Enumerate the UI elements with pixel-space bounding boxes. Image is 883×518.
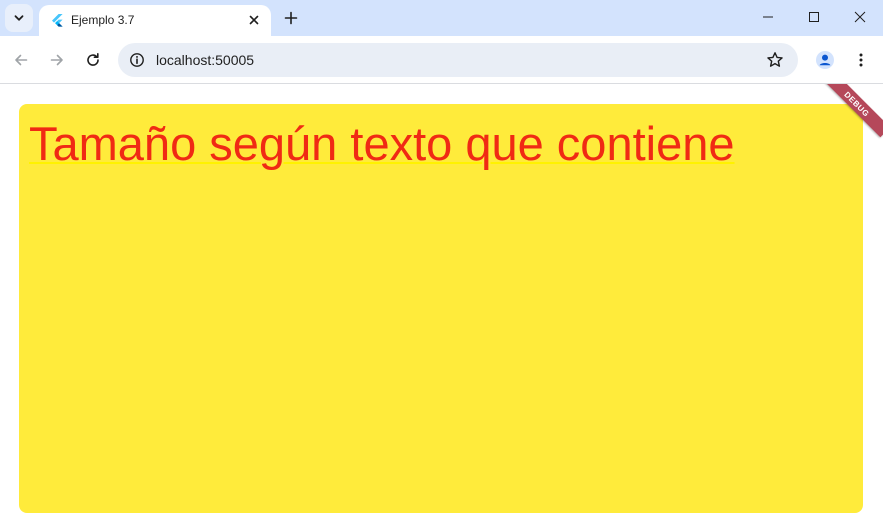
- tab-strip: Ejemplo 3.7: [0, 0, 883, 36]
- info-icon: [130, 53, 144, 67]
- minimize-icon: [763, 16, 773, 18]
- more-vert-icon: [859, 53, 863, 67]
- address-bar[interactable]: localhost:50005: [118, 43, 798, 77]
- bookmark-button[interactable]: [762, 47, 788, 73]
- person-icon: [816, 51, 834, 69]
- minimize-button[interactable]: [745, 0, 791, 34]
- url-text[interactable]: localhost:50005: [156, 52, 254, 68]
- yellow-container: Tamaño según texto que contiene: [19, 104, 863, 513]
- maximize-button[interactable]: [791, 0, 837, 34]
- plus-icon: [284, 11, 298, 25]
- close-tab-button[interactable]: [245, 11, 263, 29]
- flutter-icon: [52, 14, 63, 27]
- forward-button[interactable]: [43, 46, 71, 74]
- arrow-left-icon: [15, 54, 28, 66]
- profile-button[interactable]: [811, 46, 839, 74]
- browser-toolbar: localhost:50005: [0, 36, 883, 84]
- close-icon: [854, 11, 866, 23]
- chevron-down-icon: [14, 15, 24, 21]
- page-viewport: Tamaño según texto que contiene DEBUG: [0, 84, 883, 518]
- new-tab-button[interactable]: [277, 4, 305, 32]
- reload-button[interactable]: [79, 46, 107, 74]
- reload-icon: [87, 53, 99, 66]
- tab-title: Ejemplo 3.7: [71, 13, 135, 27]
- maximize-icon: [809, 12, 819, 22]
- back-button[interactable]: [7, 46, 35, 74]
- star-icon: [767, 52, 783, 67]
- active-tab[interactable]: Ejemplo 3.7: [39, 5, 271, 36]
- close-window-button[interactable]: [837, 0, 883, 34]
- site-info-button[interactable]: [124, 47, 150, 73]
- menu-button[interactable]: [847, 46, 875, 74]
- close-icon: [249, 15, 259, 25]
- container-text: Tamaño según texto que contiene: [29, 117, 735, 170]
- tab-search-button[interactable]: [5, 4, 33, 32]
- arrow-right-icon: [50, 54, 63, 66]
